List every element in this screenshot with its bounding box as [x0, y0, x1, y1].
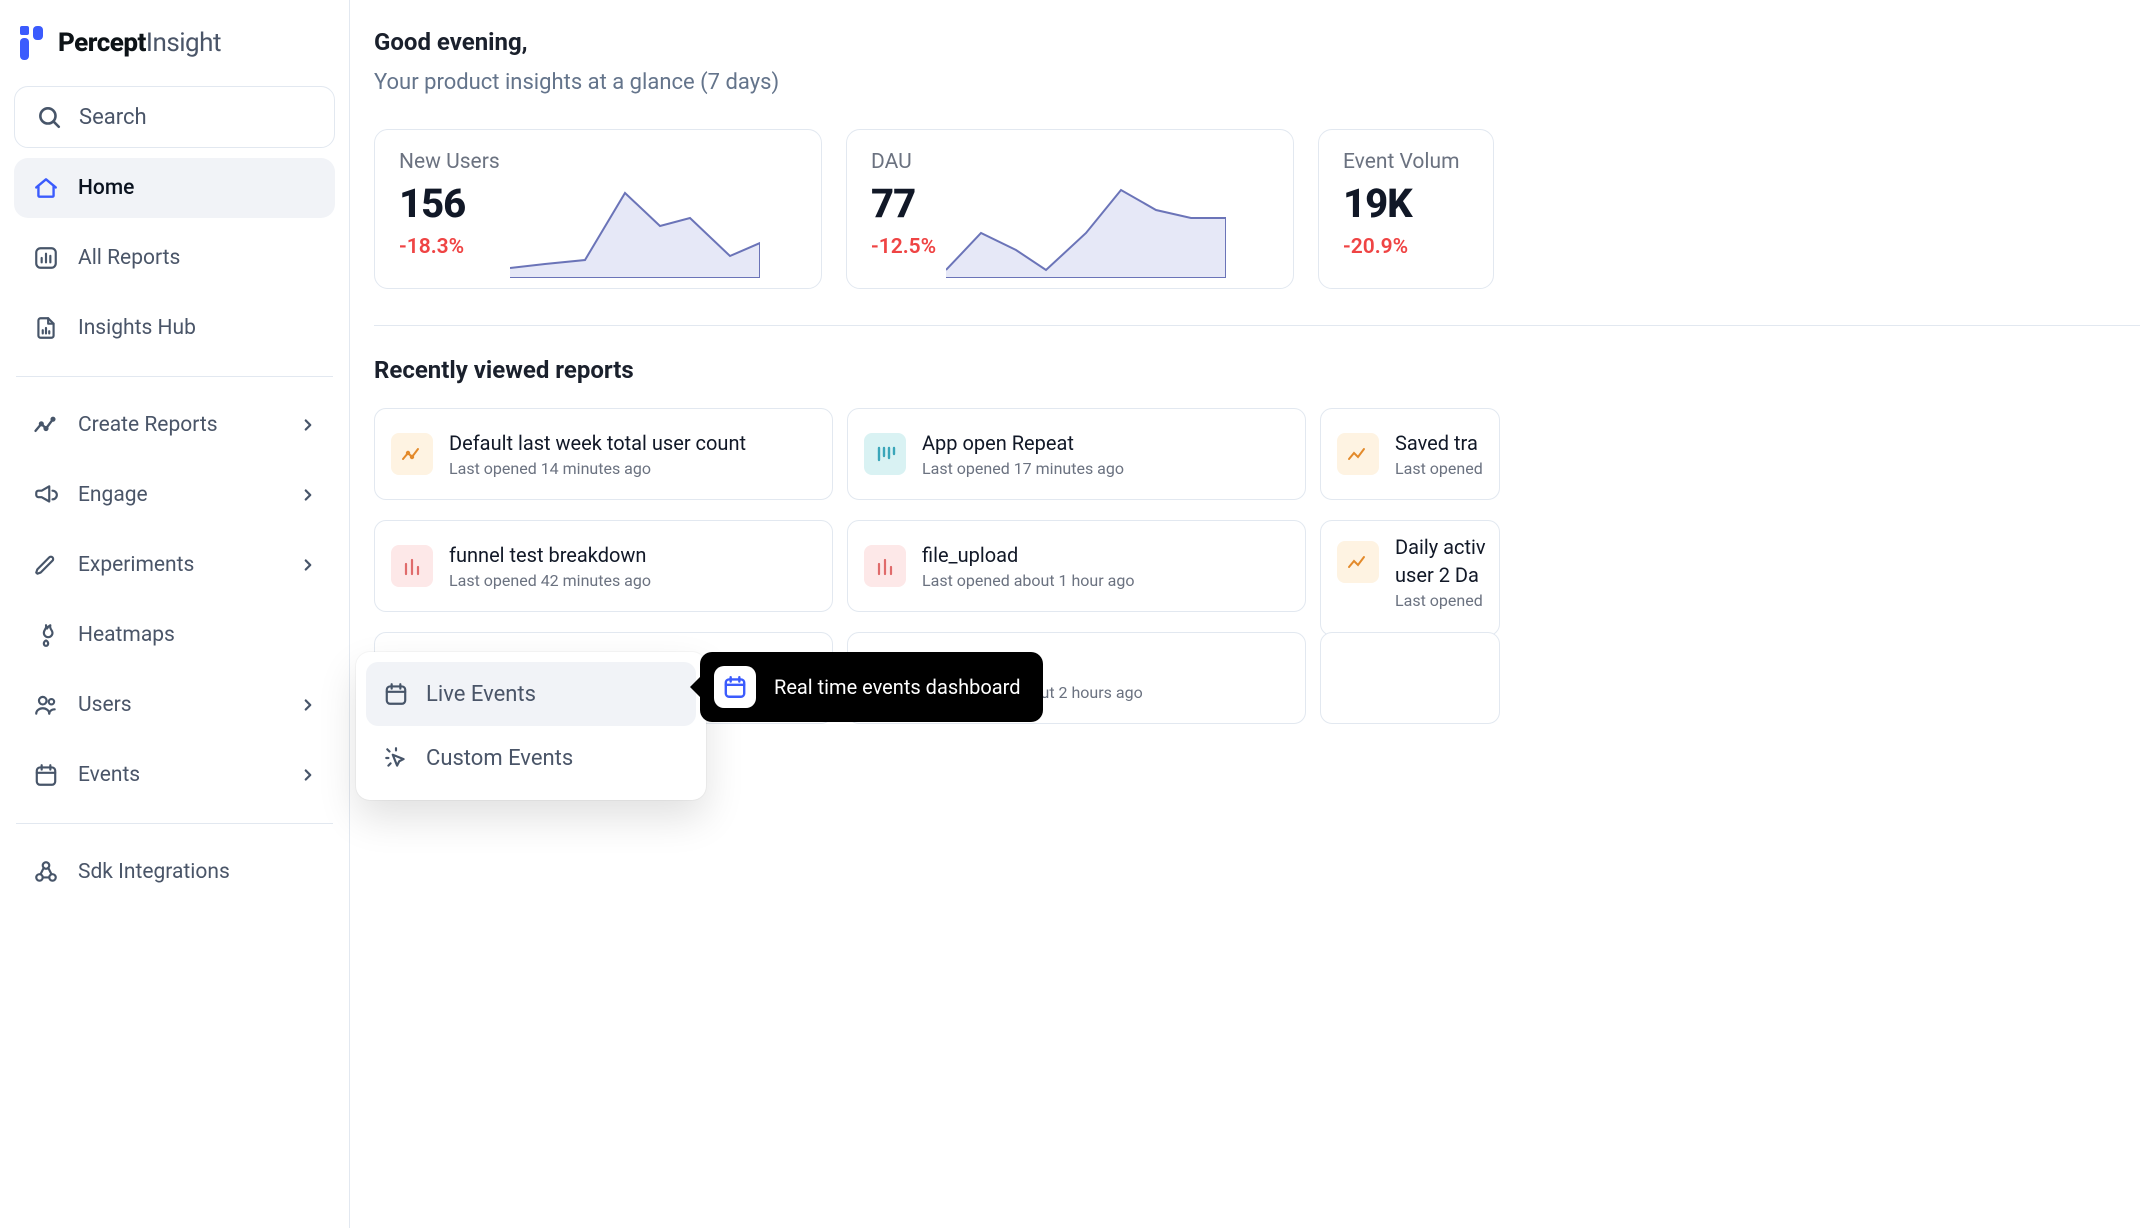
- report-sub: Last opened about 1 hour ago: [922, 571, 1134, 590]
- search-placeholder: Search: [79, 105, 147, 130]
- sidebar-item-label: Home: [78, 176, 134, 200]
- stat-card-dau[interactable]: DAU 77 -12.5%: [846, 129, 1294, 289]
- report-card[interactable]: Saved tra Last opened: [1320, 408, 1500, 500]
- stat-delta: -20.9%: [1343, 235, 1460, 259]
- submenu-item-label: Custom Events: [426, 746, 573, 771]
- webhook-icon: [32, 858, 60, 886]
- stat-card-new-users[interactable]: New Users 156 -18.3%: [374, 129, 822, 289]
- bar-report-icon: [32, 244, 60, 272]
- stat-label: New Users: [399, 150, 500, 174]
- search-icon: [35, 103, 63, 131]
- sidebar-item-label: Experiments: [78, 553, 194, 577]
- submenu-item-live-events[interactable]: Live Events: [366, 662, 696, 726]
- sidebar-item-users[interactable]: Users: [14, 675, 335, 735]
- report-card[interactable]: App open Repeat Last opened 17 minutes a…: [847, 408, 1306, 500]
- sidebar-item-label: Events: [78, 763, 140, 787]
- sidebar-item-events[interactable]: Events: [14, 745, 335, 805]
- calendar-icon: [32, 761, 60, 789]
- report-card[interactable]: Default last week total user count Last …: [374, 408, 833, 500]
- sidebar-item-label: Insights Hub: [78, 316, 196, 340]
- sparkline-chart: [936, 150, 1271, 278]
- stat-label: Event Volum: [1343, 150, 1460, 174]
- page-subtitle: Your product insights at a glance (7 day…: [374, 70, 2140, 95]
- chevron-right-icon: [299, 486, 317, 504]
- trend-icon: [391, 433, 433, 475]
- brand-title: PerceptInsight: [58, 28, 221, 58]
- report-title: App open Repeat: [922, 431, 1124, 455]
- report-sub: Last opened: [1395, 459, 1483, 478]
- page-greeting: Good evening,: [374, 28, 2140, 56]
- pencil-icon: [32, 551, 60, 579]
- report-title: funnel test breakdown: [449, 543, 651, 567]
- bar-chart-icon: [391, 545, 433, 587]
- stat-value: 156: [399, 180, 500, 227]
- report-card[interactable]: funnel test breakdown Last opened 42 min…: [374, 520, 833, 612]
- sidebar-item-label: Engage: [78, 483, 148, 507]
- report-sub: Last opened 42 minutes ago: [449, 571, 651, 590]
- stat-card-event-volume[interactable]: Event Volum 19K -20.9%: [1318, 129, 1494, 289]
- sidebar-item-experiments[interactable]: Experiments: [14, 535, 335, 595]
- brand-logo[interactable]: PerceptInsight: [14, 22, 335, 76]
- tooltip-label: Real time events dashboard: [774, 675, 1021, 699]
- report-sub: Last opened 17 minutes ago: [922, 459, 1124, 478]
- stats-row: New Users 156 -18.3% DAU 77 -12.5%: [374, 129, 2140, 289]
- report-title: Saved tra: [1395, 431, 1483, 455]
- sidebar-item-sdk-integrations[interactable]: Sdk Integrations: [14, 842, 335, 902]
- report-title: Default last week total user count: [449, 431, 746, 455]
- report-title: file_upload: [922, 543, 1134, 567]
- main-content: Good evening, Your product insights at a…: [350, 0, 2140, 1228]
- report-card[interactable]: file_upload Last opened about 1 hour ago: [847, 520, 1306, 612]
- columns-icon: [864, 433, 906, 475]
- stat-value: 19K: [1343, 180, 1460, 227]
- sidebar-item-all-reports[interactable]: All Reports: [14, 228, 335, 288]
- home-icon: [32, 174, 60, 202]
- trend-icon: [1337, 541, 1379, 583]
- report-title: Daily activ: [1395, 535, 1486, 559]
- report-sub: Last opened 14 minutes ago: [449, 459, 746, 478]
- report-card-empty[interactable]: [1320, 632, 1500, 724]
- submenu-item-label: Live Events: [426, 682, 536, 707]
- events-submenu-popover: Live Events Custom Events: [356, 652, 706, 800]
- sparkline-chart: [500, 150, 799, 278]
- sidebar-item-label: Users: [78, 693, 132, 717]
- sidebar-item-create-reports[interactable]: Create Reports: [14, 395, 335, 455]
- sidebar-item-label: Sdk Integrations: [78, 860, 230, 884]
- calendar-icon: [382, 680, 410, 708]
- sidebar: PerceptInsight Search Home: [0, 0, 350, 1228]
- stat-label: DAU: [871, 150, 936, 174]
- chevron-right-icon: [299, 696, 317, 714]
- sidebar-item-heatmaps[interactable]: Heatmaps: [14, 605, 335, 665]
- sidebar-item-insights-hub[interactable]: Insights Hub: [14, 298, 335, 358]
- report-sub: Last opened: [1395, 591, 1486, 610]
- stat-delta: -12.5%: [871, 235, 936, 259]
- calendar-icon: [714, 666, 756, 708]
- sidebar-item-label: Create Reports: [78, 413, 218, 437]
- bar-chart-icon: [864, 545, 906, 587]
- chevron-right-icon: [299, 556, 317, 574]
- tooltip-live-events: Real time events dashboard: [700, 652, 1043, 722]
- chevron-right-icon: [299, 766, 317, 784]
- sidebar-item-label: All Reports: [78, 246, 180, 270]
- submenu-item-custom-events[interactable]: Custom Events: [366, 726, 696, 790]
- users-icon: [32, 691, 60, 719]
- logo-mark-icon: [20, 26, 48, 60]
- trend-icon: [1337, 433, 1379, 475]
- megaphone-icon: [32, 481, 60, 509]
- sidebar-item-engage[interactable]: Engage: [14, 465, 335, 525]
- cursor-click-icon: [382, 744, 410, 772]
- chevron-right-icon: [299, 416, 317, 434]
- sidebar-item-label: Heatmaps: [78, 623, 175, 647]
- flame-icon: [32, 621, 60, 649]
- sidebar-item-home[interactable]: Home: [14, 158, 335, 218]
- doc-chart-icon: [32, 314, 60, 342]
- report-title-line2: user 2 Da: [1395, 563, 1486, 587]
- search-input[interactable]: Search: [14, 86, 335, 148]
- stat-value: 77: [871, 180, 936, 227]
- section-title-recent-reports: Recently viewed reports: [374, 356, 2140, 384]
- report-card[interactable]: Daily activ user 2 Da Last opened: [1320, 520, 1500, 636]
- stat-delta: -18.3%: [399, 235, 500, 259]
- trend-icon: [32, 411, 60, 439]
